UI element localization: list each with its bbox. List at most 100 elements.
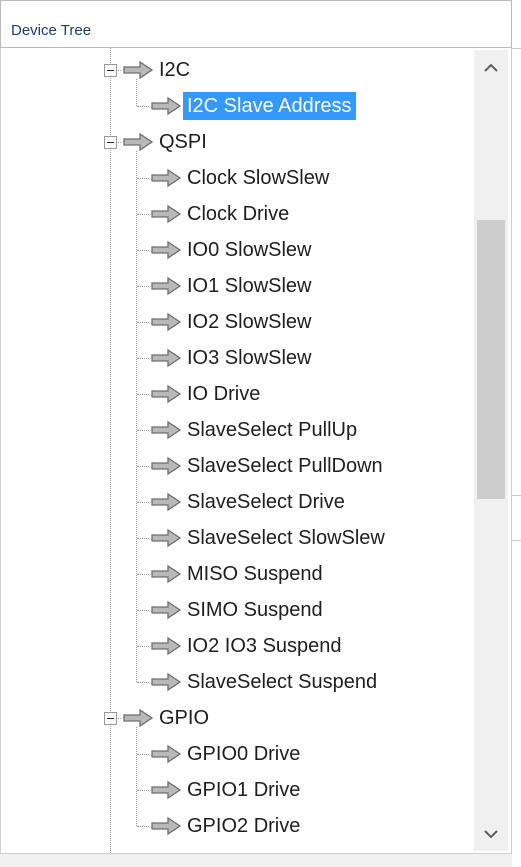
tree-node[interactable]: SlaveSelect Suspend [151,665,381,699]
tree-node[interactable]: GPIO2 Drive [151,809,304,843]
tree-guide-connector [137,358,149,359]
tree-guide-connector [137,682,149,683]
tree-node-label-selected: I2C Slave Address [183,92,356,120]
tree-node[interactable]: GPIO0 Drive [151,737,304,771]
tree-node-label: MISO Suspend [187,563,323,585]
tree-guide-connector [137,214,149,215]
tree-node[interactable]: IO2 IO3 Suspend [151,629,346,663]
arrow-right-icon [151,780,181,800]
tree-node-label: SlaveSelect PullDown [187,455,383,477]
scroll-up-arrow-icon [484,63,498,72]
arrow-right-icon [151,672,181,692]
tree-guide-connector [137,286,149,287]
tree-node[interactable]: I2C [123,53,194,87]
tree-node[interactable]: Clock SlowSlew [151,161,333,195]
tree-guide-connector [137,106,149,107]
tree-node[interactable]: Clock Drive [151,197,293,231]
arrow-right-icon [123,132,153,152]
vertical-scrollbar[interactable] [474,50,508,851]
arrow-right-icon [123,708,153,728]
tree-guide-connector [137,610,149,611]
tree-node-label: QSPI [159,131,207,153]
tree-node-label: Clock SlowSlew [187,167,330,189]
tree-node-label: SlaveSelect Suspend [187,671,378,693]
panel-title: Device Tree [11,22,92,39]
tree-guide-connector [137,466,149,467]
tree-node[interactable]: IO Drive [151,377,264,411]
tree-guide-connector [137,394,149,395]
tree-node[interactable]: SlaveSelect SlowSlew [151,521,389,555]
arrow-right-icon [151,96,181,116]
tree-node-label: IO0 SlowSlew [187,239,312,261]
tree-guide-connector [137,646,149,647]
tree-node[interactable]: MISO Suspend [151,557,327,591]
tree-node[interactable]: IO1 SlowSlew [151,269,316,303]
bottom-status-strip [0,853,512,867]
scrollbar-thumb[interactable] [477,220,505,499]
tree-node[interactable]: QSPI [123,125,211,159]
arrow-right-icon [151,204,181,224]
tree-node-label: I2C [159,59,191,81]
device-tree-view[interactable]: I2C I2C Slave Address QSPI Clock SlowSlew Cl… [0,48,512,853]
tree-node-label: IO2 IO3 Suspend [187,635,342,657]
tree-guide-connector [137,574,149,575]
tree-node[interactable]: SIMO Suspend [151,593,327,627]
tree-node[interactable]: SlaveSelect PullUp [151,413,361,447]
tree-guide-line [136,727,137,826]
tree-guide-connector [137,502,149,503]
arrow-right-icon [151,744,181,764]
arrow-right-icon [151,276,181,296]
collapse-minus-icon[interactable] [104,64,117,77]
tree-node-label: SlaveSelect PullUp [187,419,358,441]
tree-guide-connector [137,322,149,323]
tree-guide-line [136,151,137,682]
divider-line [512,48,521,49]
tree-node-label: GPIO2 Drive [187,815,301,837]
arrow-right-icon [151,456,181,476]
arrow-right-icon [151,168,181,188]
tree-node-label: SIMO Suspend [187,599,323,621]
tree-node-label: GPIO [159,707,210,729]
arrow-right-icon [151,636,181,656]
tree-node[interactable]: I2C Slave Address [151,89,356,123]
scroll-down-arrow-icon [484,829,498,838]
tree-node-label: IO2 SlowSlew [187,311,312,333]
tree-node[interactable]: IO0 SlowSlew [151,233,316,267]
tree-guide-connector [137,538,149,539]
tree-node[interactable]: IO3 SlowSlew [151,341,316,375]
scroll-up-button[interactable] [474,50,508,84]
tree-guide-connector [137,250,149,251]
scroll-down-button[interactable] [474,817,508,851]
collapse-minus-icon[interactable] [104,136,117,149]
tree-node[interactable]: IO2 SlowSlew [151,305,316,339]
tree-node[interactable]: SlaveSelect Drive [151,485,349,519]
tree-node-label: IO3 SlowSlew [187,347,312,369]
arrow-right-icon [151,384,181,404]
tree-guide-connector [137,178,149,179]
arrow-right-icon [151,600,181,620]
tree-node-label: Clock Drive [187,203,290,225]
tree-guide-connector [137,754,149,755]
device-tree-header: Device Tree [0,0,512,48]
arrow-right-icon [151,492,181,512]
arrow-right-icon [151,816,181,836]
arrow-right-icon [151,528,181,548]
tree-guide-connector [137,826,149,827]
tree-node[interactable]: SlaveSelect PullDown [151,449,387,483]
divider-line [512,495,521,496]
collapse-minus-icon[interactable] [104,712,117,725]
tree-node-label: IO1 SlowSlew [187,275,312,297]
tree-node-label: SlaveSelect Drive [187,491,345,513]
arrow-right-icon [151,312,181,332]
tree-node-label: SlaveSelect SlowSlew [187,527,385,549]
tree-node-label: GPIO0 Drive [187,743,301,765]
right-divider-strip [512,0,521,867]
tree-node[interactable]: GPIO [123,701,213,735]
arrow-right-icon [151,348,181,368]
tree-node-label: GPIO1 Drive [187,779,301,801]
arrow-right-icon [151,564,181,584]
arrow-right-icon [123,60,153,80]
divider-line [512,540,521,541]
tree-node[interactable]: GPIO1 Drive [151,773,304,807]
arrow-right-icon [151,240,181,260]
